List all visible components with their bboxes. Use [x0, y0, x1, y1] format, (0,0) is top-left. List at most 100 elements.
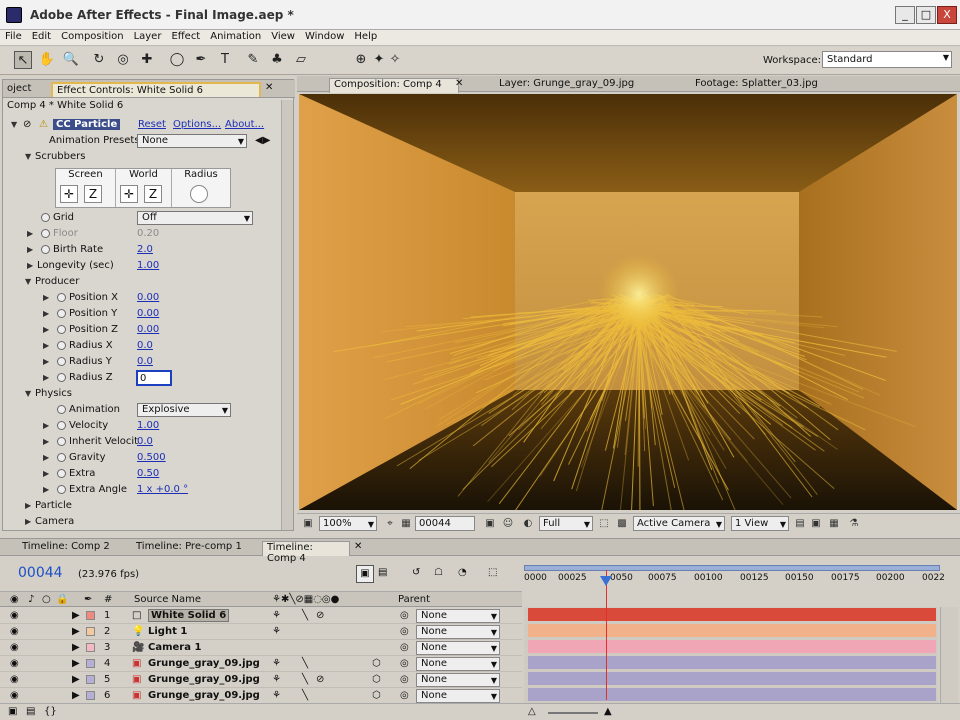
expand-triangle-icon[interactable]: ▶	[43, 309, 49, 318]
orbit-camera-icon[interactable]: ◎	[114, 51, 132, 69]
layer-name[interactable]: Grunge_gray_09.jpg	[148, 674, 260, 685]
expand-triangle-icon[interactable]: ▶	[43, 293, 49, 302]
expand-triangle-icon[interactable]: ▶	[72, 642, 80, 653]
longevity-value[interactable]: 1.00	[137, 260, 159, 271]
layer-duration-bar[interactable]	[528, 640, 936, 653]
fx-switch-icon[interactable]: ⊘	[316, 674, 324, 685]
timeline-current-time[interactable]: 00044	[18, 565, 63, 581]
eye-icon[interactable]: ◉	[10, 626, 19, 637]
draft-3d-icon[interactable]: ▤	[378, 567, 387, 578]
shy-switch-icon[interactable]: ⚘	[272, 690, 281, 701]
stopwatch-icon[interactable]	[57, 373, 66, 382]
table-row[interactable]: ◉ ▶ 3 🎥 Camera 1 ◎ None ▼	[0, 640, 522, 656]
shy-switch-icon[interactable]: ⚘	[272, 610, 281, 621]
shy-switch-icon[interactable]: ⚘	[272, 658, 281, 669]
menu-file[interactable]: File	[0, 30, 27, 43]
quality-switch-icon[interactable]: ╲	[302, 690, 308, 701]
tab-effect-controls[interactable]: Effect Controls: White Solid 6	[51, 82, 261, 97]
eye-icon[interactable]: ◉	[10, 658, 19, 669]
expand-triangle-icon[interactable]: ▶	[25, 517, 31, 526]
table-row[interactable]: ◉ ▶ 4 ▣ Grunge_gray_09.jpg ⚘ ╲ ⬡ ◎ None ▼	[0, 656, 522, 672]
expand-triangle-icon[interactable]: ▶	[72, 674, 80, 685]
motion-blur-icon[interactable]: ◔	[458, 567, 467, 578]
local-axis-icon[interactable]: ⊕	[352, 51, 370, 69]
timeline-icon[interactable]: ▦	[827, 517, 841, 530]
stopwatch-icon[interactable]	[57, 453, 66, 462]
parent-select[interactable]: None ▼	[416, 657, 500, 671]
tab-close-icon[interactable]: ✕	[455, 78, 463, 89]
tab-close-icon[interactable]: ✕	[265, 82, 273, 93]
view-axis-icon[interactable]: ✧	[386, 51, 404, 69]
flowchart-icon[interactable]: ⚗	[847, 517, 861, 530]
expand-triangle-icon[interactable]: ▶	[27, 261, 33, 270]
position-y-value[interactable]: 0.00	[137, 308, 159, 319]
parent-pickwhip-icon[interactable]: ◎	[400, 642, 409, 653]
layer-duration-bar[interactable]	[528, 656, 936, 669]
shy-switch-icon[interactable]: ⚘	[272, 674, 281, 685]
expand-triangle-icon[interactable]: ▶	[43, 373, 49, 382]
grid-select[interactable]: Off ▼	[137, 211, 253, 225]
expand-triangle-icon[interactable]: ▶	[43, 325, 49, 334]
table-row[interactable]: ◉ ▶ 6 ▣ Grunge_gray_09.jpg ⚘ ╲ ⬡ ◎ None ▼	[0, 688, 522, 704]
fast-preview-icon[interactable]: ▣	[809, 517, 823, 530]
3d-layer-icon[interactable]: ⬡	[372, 658, 381, 669]
stopwatch-icon[interactable]	[57, 341, 66, 350]
parent-select[interactable]: None ▼	[416, 641, 500, 655]
label-color-swatch[interactable]	[86, 643, 95, 652]
quality-switch-icon[interactable]: ╲	[302, 610, 308, 621]
stopwatch-icon[interactable]	[57, 293, 66, 302]
menu-window[interactable]: Window	[300, 30, 349, 43]
eye-icon[interactable]: ◉	[10, 642, 19, 653]
layer-duration-bar[interactable]	[528, 688, 936, 701]
3d-layer-icon[interactable]: ⬡	[372, 674, 381, 685]
graph-editor-icon[interactable]: ⬚	[488, 567, 497, 578]
menu-help[interactable]: Help	[349, 30, 382, 43]
rotate-tool-icon[interactable]: ↻	[90, 51, 108, 69]
position-z-value[interactable]: 0.00	[137, 324, 159, 335]
radius-circle-icon[interactable]	[190, 185, 208, 203]
animation-select[interactable]: Explosive ▼	[137, 403, 231, 417]
stopwatch-icon[interactable]	[57, 437, 66, 446]
move-crosshair-icon[interactable]: ✛	[60, 185, 78, 203]
birth-rate-value[interactable]: 2.0	[137, 244, 153, 255]
table-row[interactable]: ◉ ▶ 1 □ White Solid 6 ⚘ ╲ ⊘ ◎ None ▼	[0, 608, 522, 624]
eye-icon[interactable]: ◉	[10, 610, 19, 621]
radius-z-input[interactable]: 0	[136, 370, 172, 386]
zoom-slider[interactable]	[548, 712, 598, 714]
column-parent[interactable]: Parent	[398, 594, 430, 605]
z-scrubber[interactable]: Z	[144, 185, 162, 203]
table-row[interactable]: ◉ ▶ 2 💡 Light 1 ⚘ ◎ None ▼	[0, 624, 522, 640]
label-color-swatch[interactable]	[86, 659, 95, 668]
about-link[interactable]: About...	[225, 119, 264, 130]
menu-effect[interactable]: Effect	[166, 30, 205, 43]
label-color-swatch[interactable]	[86, 627, 95, 636]
toggle-modes-icon[interactable]: ▤	[26, 706, 35, 717]
tab-close-icon[interactable]: ✕	[354, 541, 362, 552]
always-preview-icon[interactable]: ▣	[301, 517, 315, 530]
layer-duration-bar[interactable]	[528, 624, 936, 637]
expand-triangle-icon[interactable]: ▶	[72, 690, 80, 701]
menu-composition[interactable]: Composition	[56, 30, 128, 43]
text-tool-icon[interactable]: T	[216, 51, 234, 69]
stopwatch-icon[interactable]	[41, 213, 50, 222]
work-area-bar[interactable]	[524, 565, 940, 571]
expand-triangle-icon[interactable]: ▶	[72, 626, 80, 637]
label-color-swatch[interactable]	[86, 675, 95, 684]
expand-triangle-icon[interactable]: ▶	[25, 501, 31, 510]
selection-tool-icon[interactable]: ↖	[14, 51, 32, 69]
stopwatch-icon[interactable]	[57, 325, 66, 334]
zoom-out-icon[interactable]: △	[528, 706, 536, 717]
menu-animation[interactable]: Animation	[205, 30, 266, 43]
pan-behind-icon[interactable]: ✚	[138, 51, 156, 69]
collapse-triangle-icon[interactable]: ▼	[11, 120, 17, 129]
time-ruler[interactable]: 0000 00025 0050 00075 00100 00125 00150 …	[524, 565, 945, 599]
expand-triangle-icon[interactable]: ▶	[43, 453, 49, 462]
tab-timeline-comp4[interactable]: Timeline: Comp 4	[262, 541, 350, 564]
layer-name[interactable]: Grunge_gray_09.jpg	[148, 658, 260, 669]
expand-triangle-icon[interactable]: ▶	[43, 421, 49, 430]
eye-icon[interactable]: ◉	[10, 690, 19, 701]
move-crosshair-icon[interactable]: ✛	[120, 185, 138, 203]
table-row[interactable]: ◉ ▶ 5 ▣ Grunge_gray_09.jpg ⚘ ╲ ⊘ ⬡ ◎ Non…	[0, 672, 522, 688]
parent-select[interactable]: None ▼	[416, 689, 500, 703]
minimize-button[interactable]: _	[895, 6, 915, 24]
